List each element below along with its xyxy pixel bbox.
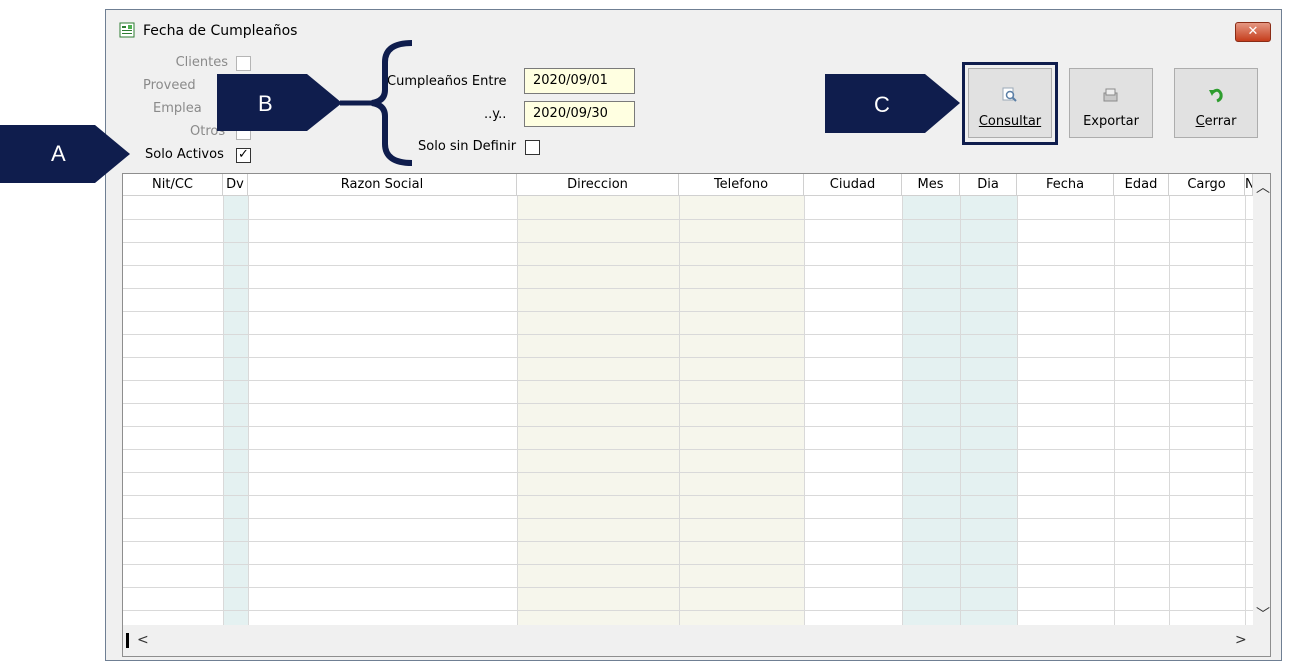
otros-label: Otros: [190, 124, 226, 139]
cumpleanos-entre-label: Cumpleaños Entre: [387, 74, 507, 89]
app-icon: [119, 22, 135, 38]
otros-checkbox[interactable]: [236, 125, 251, 140]
window-title: Fecha de Cumpleaños: [143, 23, 298, 39]
horizontal-scrollbar[interactable]: < >: [123, 625, 1253, 656]
check-icon: ✓: [238, 147, 249, 162]
column-header[interactable]: Razon Social: [248, 174, 517, 196]
proveedores-checkbox[interactable]: [236, 79, 251, 94]
column-header[interactable]: Fecha: [1017, 174, 1114, 196]
consultar-button[interactable]: Consultar: [968, 68, 1052, 138]
solo-activos-label: Solo Activos: [145, 147, 224, 162]
column-header[interactable]: Telefono: [679, 174, 804, 196]
close-button[interactable]: ✕: [1235, 22, 1271, 42]
column-header[interactable]: Dia: [960, 174, 1017, 196]
scroll-corner: [1253, 625, 1270, 656]
consultar-label: Consultar: [978, 114, 1042, 129]
scroll-down-icon[interactable]: ﹀: [1256, 604, 1270, 624]
column-header[interactable]: Mes: [902, 174, 960, 196]
close-icon: ✕: [1247, 24, 1259, 39]
callout-b-letter: B: [258, 91, 273, 116]
column-header[interactable]: Cargo: [1169, 174, 1245, 196]
solo-sin-definir-label: Solo sin Definir: [418, 139, 517, 154]
search-icon: [1002, 87, 1017, 102]
callout-c-letter: C: [874, 92, 890, 117]
text-cursor: [126, 633, 129, 648]
vertical-scrollbar[interactable]: ︿ ﹀: [1253, 174, 1270, 625]
y-label: ..y..: [484, 107, 507, 122]
proveedores-label: Proveed: [143, 78, 196, 93]
cerrar-button[interactable]: Cerrar: [1174, 68, 1258, 138]
column-header[interactable]: N: [1245, 174, 1253, 196]
export-icon: [1103, 88, 1118, 102]
callout-a-letter: A: [51, 141, 66, 166]
title-bar: Fecha de Cumpleaños ✕: [106, 10, 1281, 52]
column-header[interactable]: Ciudad: [804, 174, 902, 196]
date-from-field[interactable]: 2020/09/01: [524, 68, 635, 94]
column-header[interactable]: Edad: [1114, 174, 1169, 196]
solo-sin-definir-checkbox[interactable]: [525, 140, 540, 155]
scroll-left-icon[interactable]: <: [137, 632, 149, 648]
undo-arrow-icon: [1209, 88, 1223, 103]
clientes-checkbox[interactable]: [236, 56, 251, 71]
solo-activos-checkbox[interactable]: ✓: [236, 148, 251, 163]
clientes-label: Clientes: [175, 55, 228, 70]
exportar-button[interactable]: Exportar: [1069, 68, 1153, 138]
empleados-label: Emplea: [153, 101, 202, 116]
column-header[interactable]: Nit/CC: [123, 174, 223, 196]
cerrar-label: Cerrar: [1195, 114, 1237, 129]
scroll-right-icon[interactable]: >: [1235, 632, 1247, 648]
exportar-label: Exportar: [1083, 114, 1139, 129]
scroll-up-icon[interactable]: ︿: [1256, 177, 1270, 197]
birthday-window: Fecha de Cumpleaños ✕ Clientes Proveed E…: [105, 9, 1282, 661]
date-to-field[interactable]: 2020/09/30: [524, 101, 635, 127]
column-header[interactable]: Direccion: [517, 174, 679, 196]
birthday-grid[interactable]: Nit/CC Dv Razon Social Direccion Telefon…: [122, 173, 1271, 657]
column-header[interactable]: Dv: [223, 174, 248, 196]
empleados-checkbox[interactable]: [236, 102, 251, 117]
